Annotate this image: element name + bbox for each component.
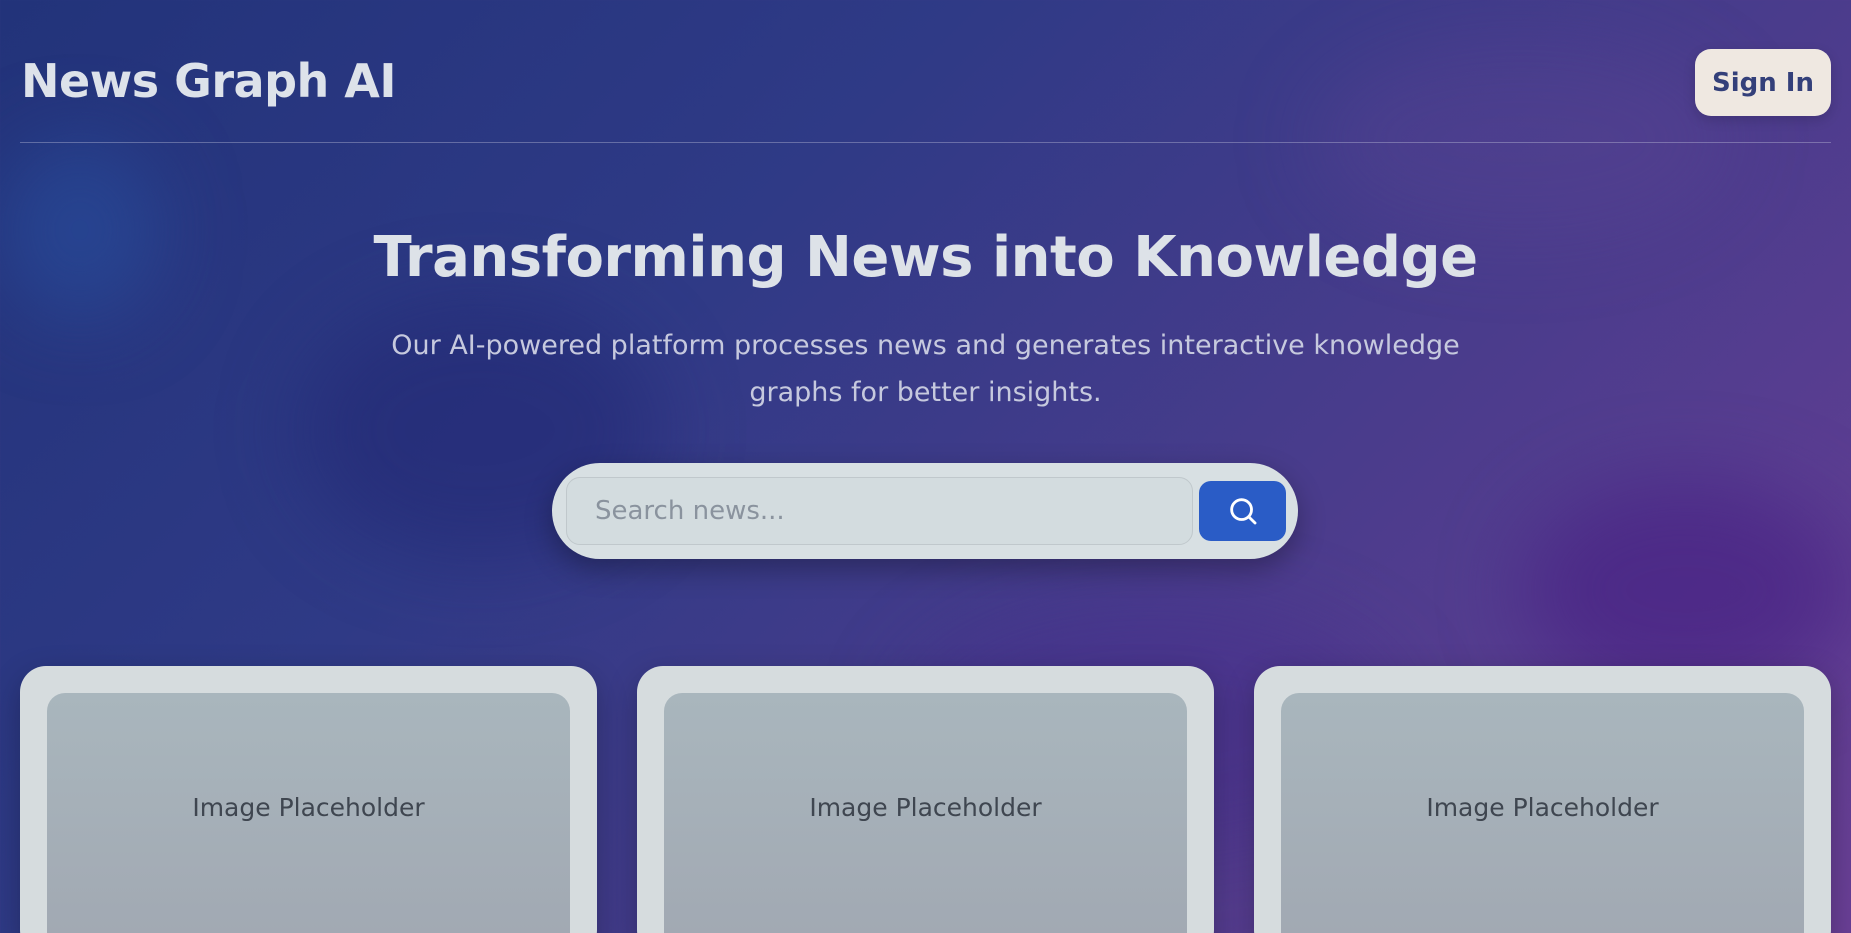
image-placeholder-label: Image Placeholder: [809, 792, 1042, 822]
search-button[interactable]: [1199, 481, 1286, 541]
search-icon: [1229, 498, 1256, 525]
news-card[interactable]: Image Placeholder: [20, 666, 597, 933]
card-image-placeholder: Image Placeholder: [1281, 693, 1804, 933]
brand-logo-text[interactable]: News Graph AI: [21, 54, 396, 108]
search-input[interactable]: [566, 477, 1193, 545]
top-navbar: News Graph AI Sign In: [20, 0, 1831, 143]
news-card[interactable]: Image Placeholder: [637, 666, 1214, 933]
card-image-placeholder: Image Placeholder: [47, 693, 570, 933]
hero-title: Transforming News into Knowledge: [373, 225, 1478, 290]
image-placeholder-label: Image Placeholder: [1426, 792, 1659, 822]
card-image-placeholder: Image Placeholder: [664, 693, 1187, 933]
news-card-grid: Image Placeholder Image Placeholder Imag…: [20, 666, 1831, 933]
search-bar: [552, 463, 1298, 559]
sign-in-button[interactable]: Sign In: [1695, 49, 1831, 116]
image-placeholder-label: Image Placeholder: [192, 792, 425, 822]
hero-subtitle: Our AI-powered platform processes news a…: [391, 330, 1460, 408]
news-card[interactable]: Image Placeholder: [1254, 666, 1831, 933]
